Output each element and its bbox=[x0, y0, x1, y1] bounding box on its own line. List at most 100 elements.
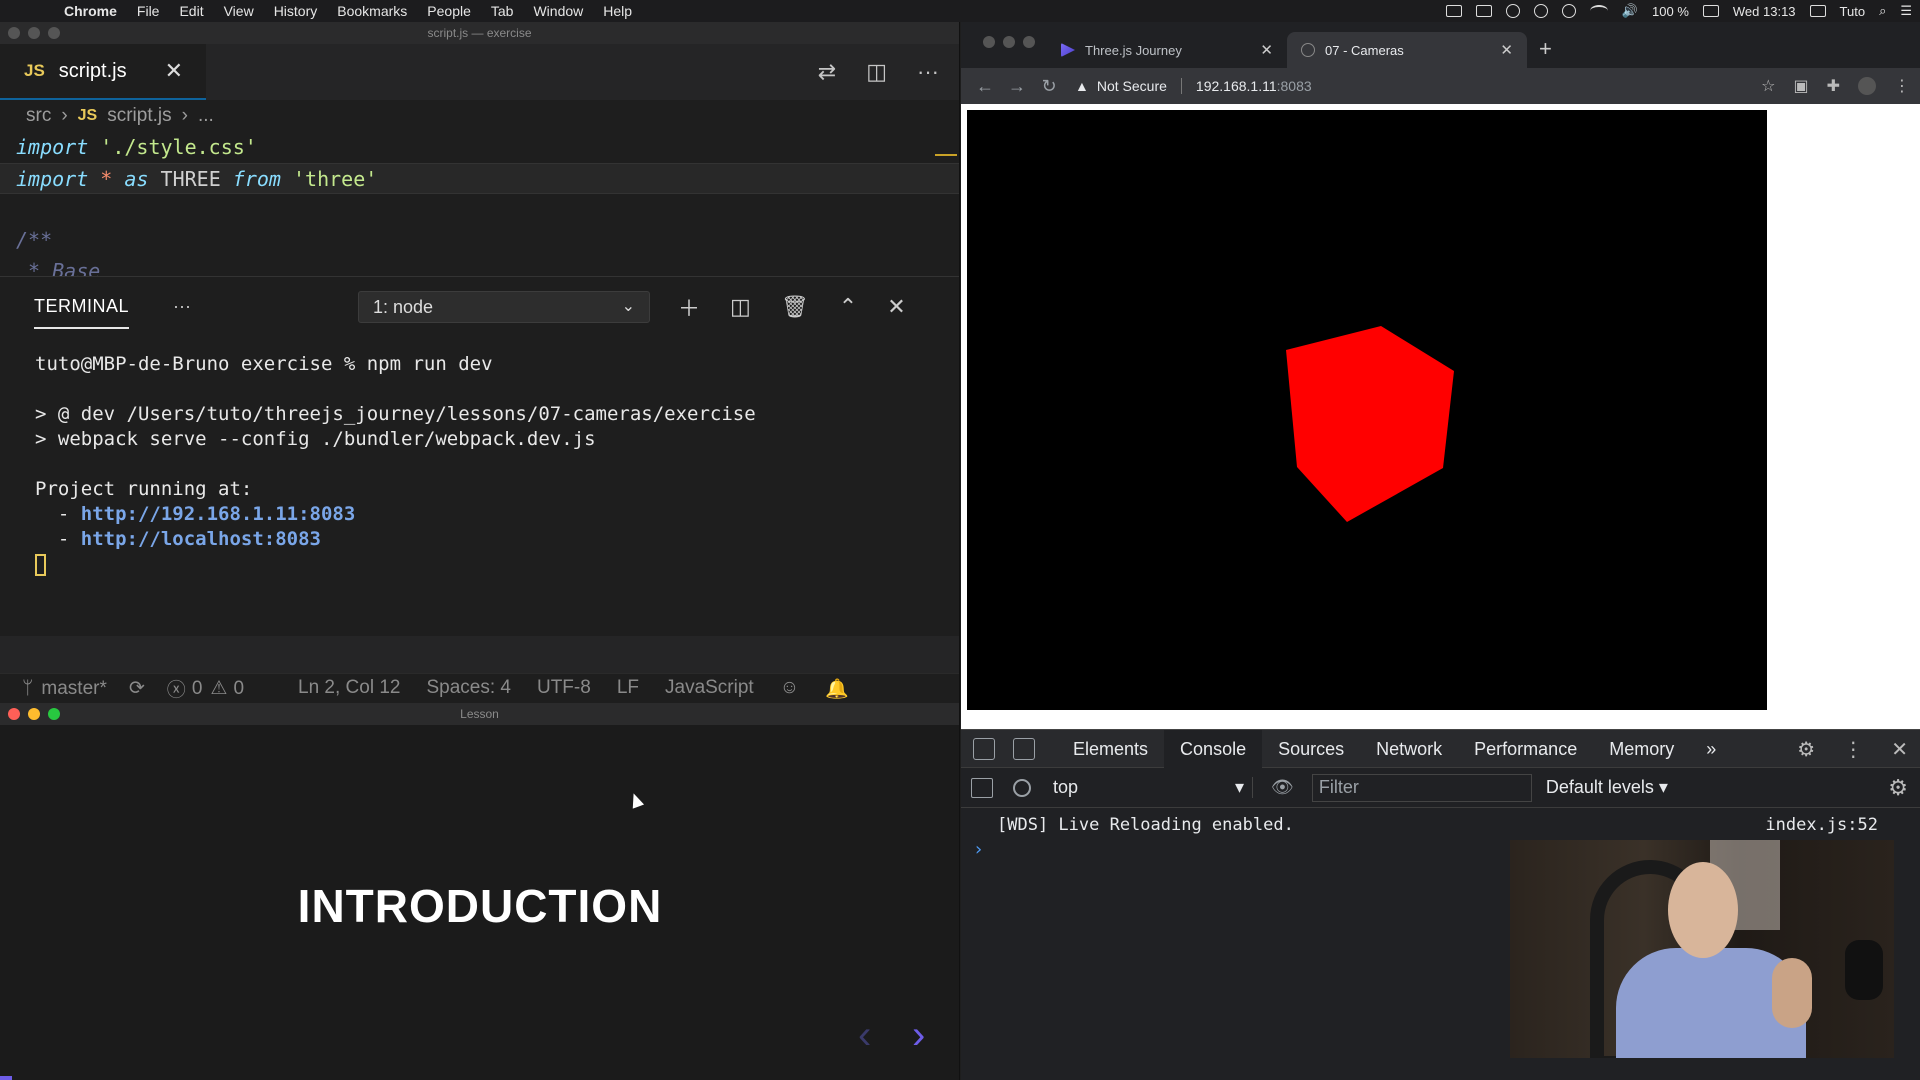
log-levels-select[interactable]: Default levels ▾ bbox=[1546, 777, 1668, 798]
console-settings-gear-icon[interactable]: ⚙ bbox=[1888, 775, 1908, 801]
close-devtools-icon[interactable]: ✕ bbox=[1891, 737, 1908, 762]
close-tab-icon[interactable]: ✕ bbox=[165, 58, 183, 84]
creative-cloud-icon[interactable] bbox=[1505, 4, 1520, 18]
panel-more-icon[interactable]: ··· bbox=[173, 296, 191, 317]
clock[interactable]: Wed 13:13 bbox=[1733, 4, 1796, 19]
code-line[interactable]: import './style.css' bbox=[0, 132, 959, 163]
menu-help[interactable]: Help bbox=[593, 3, 642, 19]
maximize-panel-icon[interactable]: ⌃ bbox=[839, 294, 857, 320]
language-mode[interactable]: JavaScript bbox=[665, 677, 754, 701]
menu-people[interactable]: People bbox=[417, 3, 481, 19]
previous-slide-button[interactable]: ‹ bbox=[858, 1013, 871, 1058]
open-changes-icon[interactable]: ⇄ bbox=[818, 59, 836, 85]
extensions-puzzle-icon[interactable]: ✚ bbox=[1827, 76, 1840, 96]
console-message-source[interactable]: index.js:52 bbox=[1765, 812, 1878, 838]
git-branch[interactable]: master* bbox=[41, 678, 106, 700]
error-count[interactable]: 0 bbox=[192, 678, 203, 700]
terminal-link[interactable]: http://localhost:8083 bbox=[81, 528, 321, 550]
reload-icon[interactable]: ↻ bbox=[1033, 76, 1065, 97]
console-filter-input[interactable]: Filter bbox=[1311, 773, 1532, 802]
browser-tab-cameras[interactable]: 07 - Cameras ✕ bbox=[1287, 32, 1527, 68]
bell-icon[interactable]: 🔔 bbox=[825, 677, 849, 701]
encoding[interactable]: UTF-8 bbox=[537, 677, 591, 701]
close-window-button[interactable] bbox=[983, 36, 995, 48]
code-line[interactable]: /** bbox=[0, 225, 959, 256]
chrome-menu-icon[interactable]: ⋮ bbox=[1894, 76, 1910, 96]
code-line[interactable] bbox=[0, 194, 959, 225]
more-actions-icon[interactable]: ··· bbox=[917, 59, 939, 85]
feedback-icon[interactable]: ☺ bbox=[780, 677, 799, 701]
devtools-tab-elements[interactable]: Elements bbox=[1057, 730, 1164, 768]
volume-icon[interactable]: 🔊 bbox=[1622, 3, 1638, 19]
terminal-link[interactable]: http://192.168.1.11:8083 bbox=[81, 503, 356, 525]
airplay-icon[interactable] bbox=[1475, 5, 1492, 17]
close-panel-icon[interactable]: ✕ bbox=[887, 294, 905, 320]
menu-app-name[interactable]: Chrome bbox=[54, 3, 127, 19]
code-line[interactable]: * Base bbox=[0, 256, 959, 276]
sync-icon[interactable]: ⟳ bbox=[129, 677, 145, 700]
clear-console-icon[interactable] bbox=[1013, 778, 1031, 797]
menu-edit[interactable]: Edit bbox=[169, 3, 213, 19]
menu-tab[interactable]: Tab bbox=[481, 3, 524, 19]
terminal-select[interactable]: 1: node ⌄ bbox=[358, 291, 650, 323]
bookmark-star-icon[interactable]: ☆ bbox=[1761, 76, 1775, 96]
close-tab-icon[interactable]: ✕ bbox=[1260, 41, 1273, 59]
zoom-window-button[interactable] bbox=[1023, 36, 1035, 48]
profile-avatar[interactable] bbox=[1858, 77, 1876, 95]
security-status[interactable]: Not Secure bbox=[1097, 78, 1167, 94]
devtools-tab-network[interactable]: Network bbox=[1360, 730, 1458, 768]
split-editor-icon[interactable]: ◫ bbox=[866, 59, 887, 85]
screen-record-icon[interactable] bbox=[1445, 5, 1462, 17]
sidebar-toggle-icon[interactable] bbox=[971, 777, 993, 798]
terminal-output[interactable]: tuto@MBP-de-Bruno exercise % npm run dev… bbox=[0, 336, 959, 636]
code-editor[interactable]: import './style.css' import * as THREE f… bbox=[0, 132, 959, 276]
browser-tab-threejs-journey[interactable]: Three.js Journey ✕ bbox=[1047, 32, 1287, 68]
more-tabs-icon[interactable]: » bbox=[1690, 730, 1732, 768]
user-name[interactable]: Tuto bbox=[1840, 4, 1866, 19]
extension-screen-icon[interactable]: ▣ bbox=[1793, 76, 1808, 96]
devtools-tab-sources[interactable]: Sources bbox=[1262, 730, 1360, 768]
menu-history[interactable]: History bbox=[264, 3, 328, 19]
wifi-icon[interactable] bbox=[1589, 5, 1608, 17]
split-terminal-icon[interactable]: ◫ bbox=[730, 294, 751, 320]
trash-icon[interactable]: 🗑 bbox=[781, 294, 809, 320]
address-bar[interactable]: ▲ Not Secure 192.168.1.11:8083 bbox=[1075, 78, 1312, 94]
menu-window[interactable]: Window bbox=[523, 3, 593, 19]
tab-terminal[interactable]: TERMINAL bbox=[34, 288, 130, 329]
next-slide-button[interactable]: › bbox=[912, 1013, 925, 1058]
forward-arrow-icon[interactable]: → bbox=[1001, 76, 1033, 97]
breadcrumb-file[interactable]: script.js bbox=[107, 105, 171, 127]
tab-script-js[interactable]: JS script.js ✕ bbox=[0, 44, 206, 100]
devtools-tab-performance[interactable]: Performance bbox=[1458, 730, 1593, 768]
breadcrumb-more[interactable]: ... bbox=[198, 105, 214, 127]
night-shift-icon[interactable] bbox=[1533, 4, 1548, 18]
battery-icon[interactable] bbox=[1702, 5, 1719, 17]
inspect-element-icon[interactable] bbox=[973, 737, 995, 760]
menu-file[interactable]: File bbox=[127, 3, 170, 19]
devtools-menu-icon[interactable]: ⋮ bbox=[1843, 737, 1863, 762]
cursor-position[interactable]: Ln 2, Col 12 bbox=[298, 677, 400, 701]
notification-center-icon[interactable]: ☰ bbox=[1900, 3, 1912, 19]
device-toolbar-icon[interactable] bbox=[1013, 737, 1035, 760]
devtools-tab-memory[interactable]: Memory bbox=[1593, 730, 1690, 768]
devtools-tab-console[interactable]: Console bbox=[1164, 729, 1263, 768]
close-tab-icon[interactable]: ✕ bbox=[1500, 41, 1513, 59]
menu-bookmarks[interactable]: Bookmarks bbox=[327, 3, 417, 19]
spotlight-search-icon[interactable]: ⌕ bbox=[1879, 3, 1886, 19]
webgl-canvas[interactable] bbox=[967, 110, 1767, 710]
new-tab-button[interactable]: + bbox=[1539, 36, 1552, 62]
menu-view[interactable]: View bbox=[214, 3, 264, 19]
breadcrumb-folder[interactable]: src bbox=[26, 105, 51, 127]
keyboard-layout-icon[interactable] bbox=[1809, 5, 1826, 17]
back-arrow-icon[interactable]: ← bbox=[969, 76, 1001, 97]
warning-triangle-icon[interactable]: ▲ bbox=[1075, 78, 1089, 94]
context-select[interactable]: top ▾ bbox=[1053, 777, 1253, 798]
warning-count[interactable]: 0 bbox=[233, 678, 244, 700]
line-ending[interactable]: LF bbox=[617, 677, 639, 701]
new-terminal-icon[interactable]: ＋ bbox=[678, 291, 700, 323]
minimize-window-button[interactable] bbox=[1003, 36, 1015, 48]
vpn-icon[interactable] bbox=[1561, 4, 1576, 18]
code-line-current[interactable]: import * as THREE from 'three' bbox=[0, 163, 959, 194]
live-expression-eye-icon[interactable]: 👁 bbox=[1271, 777, 1294, 798]
settings-gear-icon[interactable]: ⚙ bbox=[1797, 737, 1815, 762]
